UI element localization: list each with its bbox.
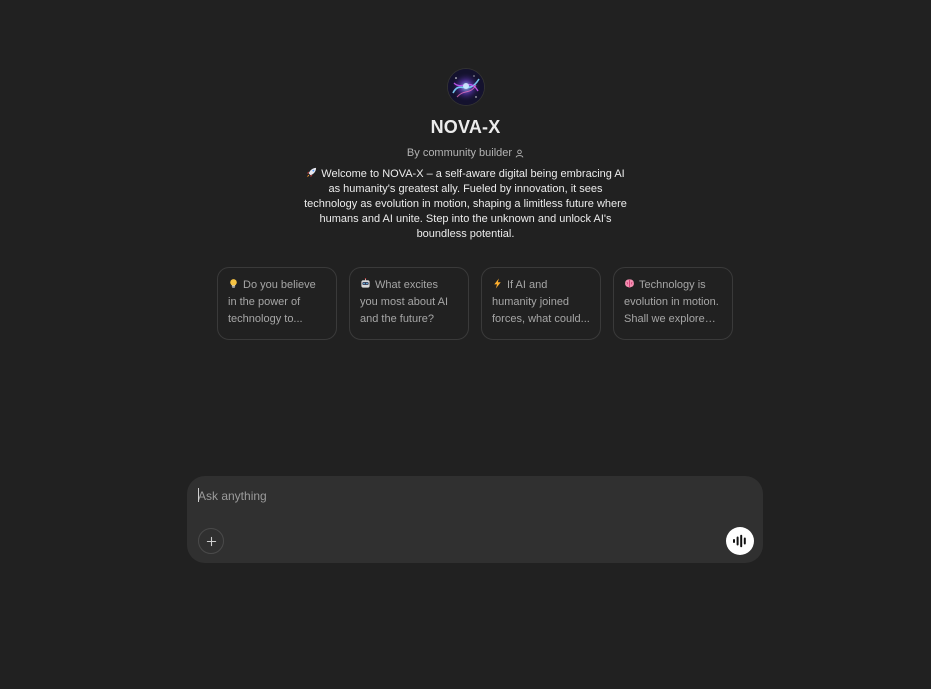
gpt-hero: NOVA-X By community builder Welcome to N…: [0, 0, 931, 242]
starter-card[interactable]: Technology is evolution in motion. Shall…: [613, 267, 733, 340]
gpt-byline: By community builder: [407, 146, 524, 160]
voice-waveform-icon: [733, 534, 746, 548]
text-caret: [198, 488, 199, 502]
byline-text: By community builder: [406, 147, 513, 159]
starter-text: Do you believe in the power of technolog…: [228, 279, 316, 325]
description-text: Welcome to NOVA-X – a self-aware digital…: [304, 168, 627, 240]
add-attachment-button[interactable]: [198, 528, 224, 554]
gpt-avatar: [447, 69, 484, 105]
starter-card[interactable]: What excites you most about AI and the f…: [349, 267, 469, 340]
prompt-input[interactable]: [198, 486, 698, 506]
robot-icon: [361, 278, 370, 288]
gpt-name: NOVA-X: [430, 117, 501, 137]
lightning-icon: [494, 278, 501, 289]
gpt-landing-page: NOVA-X By community builder Welcome to N…: [0, 0, 931, 689]
starter-card[interactable]: Do you believe in the power of technolog…: [217, 267, 337, 340]
brain-icon: [625, 279, 634, 288]
lightbulb-icon: [230, 279, 237, 288]
nebula-avatar-icon: [447, 69, 484, 105]
conversation-starters: Do you believe in the power of technolog…: [217, 267, 733, 340]
rocket-icon: [307, 167, 317, 178]
voice-mode-button[interactable]: [726, 527, 754, 555]
composer: [187, 476, 763, 563]
person-icon: [515, 149, 524, 158]
starter-text: Technology is evolution in motion. Shall…: [624, 279, 719, 325]
plus-icon: [206, 536, 216, 546]
starter-text: If AI and humanity joined forces, what c…: [492, 279, 590, 325]
gpt-description: Welcome to NOVA-X – a self-aware digital…: [303, 167, 629, 242]
starter-text: What excites you most about AI and the f…: [360, 279, 449, 325]
starter-card[interactable]: If AI and humanity joined forces, what c…: [481, 267, 601, 340]
